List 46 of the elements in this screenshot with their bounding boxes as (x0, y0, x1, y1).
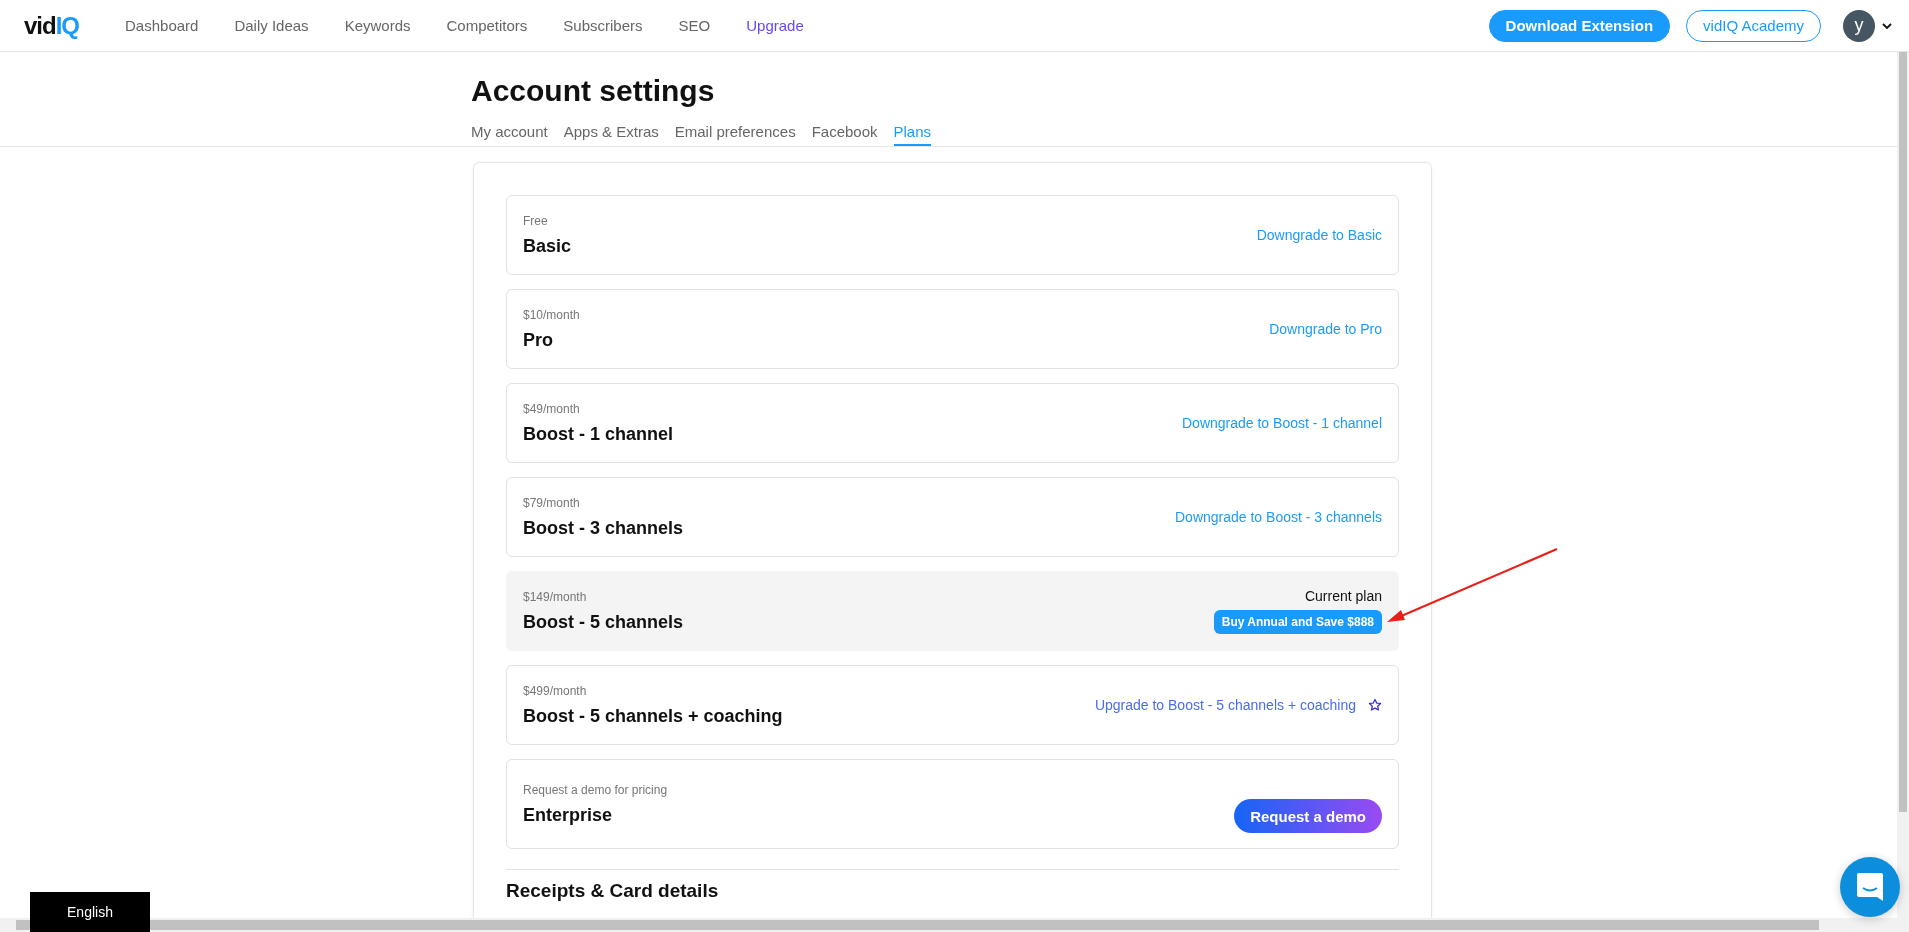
plan-price: $10/month (523, 307, 580, 322)
chat-button[interactable] (1840, 857, 1900, 917)
plan-price: $49/month (523, 401, 581, 416)
plan-price: Free (523, 213, 549, 228)
plan-price: $499/month (523, 683, 588, 698)
settings-tab[interactable]: My account (471, 122, 548, 146)
current-plan-label: Current plan (1304, 588, 1382, 604)
vertical-scrollbar[interactable] (1897, 52, 1909, 918)
downgrade-link[interactable]: Downgrade to Boost - 3 channels (1175, 509, 1382, 525)
settings-tab[interactable]: Plans (893, 122, 932, 146)
downgrade-link[interactable]: Downgrade to Basic (1256, 227, 1382, 243)
nav-link[interactable]: Keywords (344, 17, 411, 34)
plan-name: Boost - 5 channels (523, 611, 684, 633)
section-heading: Receipts & Card details (506, 880, 720, 902)
buy-annual-button[interactable]: Buy Annual and Save $888 (1213, 610, 1382, 634)
plan-name: Pro (523, 329, 554, 351)
plan-name: Boost - 5 channels + coaching (523, 705, 783, 727)
plan-name: Boost - 3 channels (523, 517, 684, 539)
plan-name: Boost - 1 channel (523, 423, 674, 445)
nav-link[interactable]: SEO (678, 17, 711, 34)
academy-button[interactable]: vidIQ Academy (1686, 9, 1821, 42)
horizontal-scrollbar[interactable] (0, 918, 1909, 932)
avatar[interactable]: y (1843, 9, 1875, 42)
plan-name: Basic (523, 235, 572, 257)
plan-name: Enterprise (523, 804, 614, 826)
plan-price: Request a demo for pricing (523, 782, 668, 797)
chat-icon (1855, 871, 1885, 903)
request-demo-button[interactable]: Request a demo (1234, 799, 1382, 833)
page-title: Account settings (471, 74, 716, 108)
nav-link[interactable]: Daily Ideas (234, 17, 309, 34)
language-button[interactable]: English (30, 892, 150, 932)
downgrade-link[interactable]: Downgrade to Boost - 1 channel (1182, 415, 1382, 431)
settings-tab[interactable]: Facebook (811, 122, 878, 146)
nav-link[interactable]: Dashboard (125, 17, 199, 34)
star-icon (1368, 698, 1382, 712)
download-extension-button[interactable]: Download Extension (1488, 9, 1671, 42)
settings-tab[interactable]: Apps & Extras (563, 122, 659, 146)
settings-tab[interactable]: Email preferences (674, 122, 796, 146)
upgrade-link[interactable]: Upgrade to Boost - 5 channels + coaching (1094, 697, 1356, 713)
plan-price: $79/month (523, 495, 581, 510)
downgrade-link[interactable]: Downgrade to Pro (1269, 321, 1382, 337)
nav-link[interactable]: Subscribers (563, 17, 643, 34)
logo[interactable]: vidIQ (24, 11, 80, 40)
plan-price: $149/month (523, 589, 588, 604)
nav-link[interactable]: Competitors (446, 17, 528, 34)
upgrade-link[interactable]: Upgrade (746, 17, 804, 34)
